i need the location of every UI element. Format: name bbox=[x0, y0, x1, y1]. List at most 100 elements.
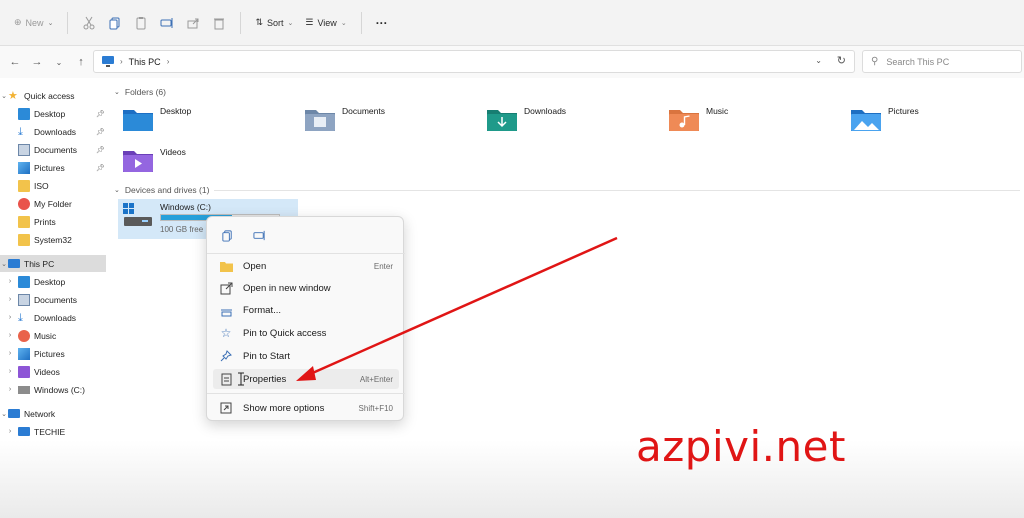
menu-shortcut: Shift+F10 bbox=[358, 403, 393, 413]
menu-label: Open bbox=[243, 260, 267, 272]
sidebar-item-this-pc[interactable]: ⌄ This PC bbox=[0, 255, 106, 272]
more-icon: ··· bbox=[375, 15, 388, 30]
text-cursor-icon bbox=[238, 372, 244, 386]
menu-item-show-more-options[interactable]: Show more options Shift+F10 bbox=[213, 398, 399, 418]
sidebar-item-pc-windows-c[interactable]: › Windows (C:) bbox=[0, 381, 106, 398]
sidebar-item-pc-pictures[interactable]: › Pictures bbox=[0, 345, 106, 362]
chevron-right-icon[interactable]: › bbox=[6, 278, 14, 285]
sidebar-label: Downloads bbox=[34, 126, 77, 137]
folder-videos[interactable]: Videos bbox=[122, 147, 186, 173]
chevron-down-icon[interactable]: ⌄ bbox=[0, 410, 8, 418]
sidebar-item-my-folder[interactable]: My Folder bbox=[0, 195, 106, 212]
forward-button[interactable]: → bbox=[26, 51, 48, 73]
chevron-right-icon[interactable]: › bbox=[6, 386, 14, 393]
folder-label: Music bbox=[706, 106, 729, 116]
menu-label: Pin to Quick access bbox=[243, 327, 327, 339]
sidebar-item-prints[interactable]: Prints bbox=[0, 213, 106, 230]
documents-icon bbox=[18, 143, 30, 156]
menu-item-pin-quick-access[interactable]: ☆ Pin to Quick access bbox=[213, 323, 399, 343]
folder-desktop[interactable]: Desktop bbox=[122, 106, 191, 132]
sidebar-item-network[interactable]: ⌄ Network bbox=[0, 405, 106, 422]
recent-locations-button[interactable]: ⌄ bbox=[48, 51, 70, 73]
new-window-icon bbox=[219, 281, 233, 295]
download-icon: ⤓ bbox=[18, 125, 23, 138]
sidebar-item-desktop[interactable]: Desktop 📌︎ bbox=[0, 105, 106, 122]
sort-button[interactable]: ⇅ Sort ⌄ bbox=[249, 10, 299, 36]
arrow-left-icon: ← bbox=[9, 56, 21, 68]
sidebar-item-iso[interactable]: ISO bbox=[0, 177, 106, 194]
menu-item-open[interactable]: Open Enter bbox=[213, 256, 399, 276]
view-button[interactable]: ☰ View ⌄ bbox=[299, 10, 352, 36]
menu-item-pin-start[interactable]: Pin to Start bbox=[213, 346, 399, 366]
drive-name: Windows (C:) bbox=[160, 202, 212, 212]
sidebar-label: Music bbox=[34, 330, 57, 341]
sidebar-item-techie[interactable]: › TECHIE bbox=[0, 423, 106, 440]
chevron-down-icon: ⌄ bbox=[340, 19, 347, 27]
context-menu: Open Enter Open in new window Format... … bbox=[206, 216, 405, 421]
new-button[interactable]: ⊕ New ⌄ bbox=[8, 10, 59, 36]
refresh-icon[interactable]: ↻ bbox=[837, 54, 846, 67]
sidebar-item-pc-videos[interactable]: › Videos bbox=[0, 363, 106, 380]
breadcrumb-this-pc[interactable]: This PC bbox=[129, 57, 161, 67]
more-options-button[interactable]: ··· bbox=[370, 10, 394, 36]
documents-folder-icon bbox=[305, 110, 335, 131]
paste-button[interactable] bbox=[128, 10, 154, 36]
chevron-down-icon[interactable]: ⌄ bbox=[0, 92, 8, 100]
sidebar-label: Desktop bbox=[34, 276, 66, 287]
plus-icon: ⊕ bbox=[14, 17, 22, 27]
rename-button[interactable] bbox=[154, 10, 180, 36]
folder-label: Desktop bbox=[160, 106, 192, 116]
folder-music[interactable]: Music bbox=[668, 106, 728, 132]
chevron-right-icon[interactable]: › bbox=[6, 350, 14, 357]
devices-group-header[interactable]: ⌄ Devices and drives (1) bbox=[114, 185, 209, 195]
copy-button[interactable] bbox=[215, 225, 239, 245]
search-box[interactable]: ⚲ Search This PC bbox=[862, 50, 1022, 73]
sidebar-item-pc-desktop[interactable]: › Desktop bbox=[0, 273, 106, 290]
chevron-down-icon[interactable]: ⌄ bbox=[815, 56, 822, 65]
download-icon: ⤓ bbox=[18, 311, 23, 324]
chevron-right-icon[interactable]: › bbox=[6, 332, 14, 339]
cut-button[interactable] bbox=[76, 10, 102, 36]
chevron-right-icon[interactable]: › bbox=[6, 296, 14, 303]
chevron-right-icon[interactable]: › bbox=[6, 428, 14, 435]
videos-folder-icon bbox=[123, 151, 153, 172]
chevron-right-icon[interactable]: › bbox=[6, 314, 14, 321]
sidebar-item-documents[interactable]: Documents 📌︎ bbox=[0, 141, 106, 158]
folder-documents[interactable]: Documents bbox=[304, 106, 385, 132]
menu-label: Pin to Start bbox=[243, 350, 290, 362]
copy-button[interactable] bbox=[102, 10, 128, 36]
back-button[interactable]: ← bbox=[4, 51, 26, 73]
copy-icon bbox=[221, 229, 232, 242]
address-bar[interactable]: › This PC › ⌄ ↻ bbox=[93, 50, 855, 73]
pin-icon: 📌︎ bbox=[96, 110, 105, 118]
folder-downloads[interactable]: Downloads bbox=[486, 106, 566, 132]
menu-divider bbox=[207, 253, 405, 254]
rename-button[interactable] bbox=[247, 225, 271, 245]
sidebar-item-pc-documents[interactable]: › Documents bbox=[0, 291, 106, 308]
group-divider bbox=[214, 190, 1020, 191]
sidebar-item-system32[interactable]: System32 bbox=[0, 231, 106, 248]
chevron-right-icon: › bbox=[120, 57, 123, 66]
chevron-right-icon[interactable]: › bbox=[6, 368, 14, 375]
delete-button[interactable] bbox=[206, 10, 232, 36]
folder-icon bbox=[18, 179, 30, 192]
pin-icon: 📌︎ bbox=[96, 146, 105, 154]
sidebar-item-pc-downloads[interactable]: › ⤓ Downloads bbox=[0, 309, 106, 326]
toolbar-divider bbox=[240, 11, 242, 34]
star-icon: ★ bbox=[8, 89, 18, 102]
sidebar-item-downloads[interactable]: ⤓ Downloads 📌︎ bbox=[0, 123, 106, 140]
chevron-down-icon[interactable]: ⌄ bbox=[0, 260, 8, 268]
chevron-down-icon: ⌄ bbox=[114, 89, 120, 96]
share-button[interactable] bbox=[180, 10, 206, 36]
folder-open-icon bbox=[219, 259, 233, 273]
folders-group-header[interactable]: ⌄ Folders (6) bbox=[114, 87, 166, 97]
windows-drive-icon bbox=[123, 203, 152, 226]
menu-item-open-new-window[interactable]: Open in new window bbox=[213, 278, 399, 298]
sidebar-item-pictures[interactable]: Pictures 📌︎ bbox=[0, 159, 106, 176]
folder-pictures[interactable]: Pictures bbox=[850, 106, 919, 132]
up-button[interactable]: ↑ bbox=[70, 51, 92, 73]
sidebar-item-pc-music[interactable]: › Music bbox=[0, 327, 106, 344]
menu-item-format[interactable]: Format... bbox=[213, 300, 399, 320]
sidebar-item-quick-access[interactable]: ⌄ ★ Quick access bbox=[0, 87, 106, 104]
sidebar-label: Prints bbox=[34, 216, 56, 227]
